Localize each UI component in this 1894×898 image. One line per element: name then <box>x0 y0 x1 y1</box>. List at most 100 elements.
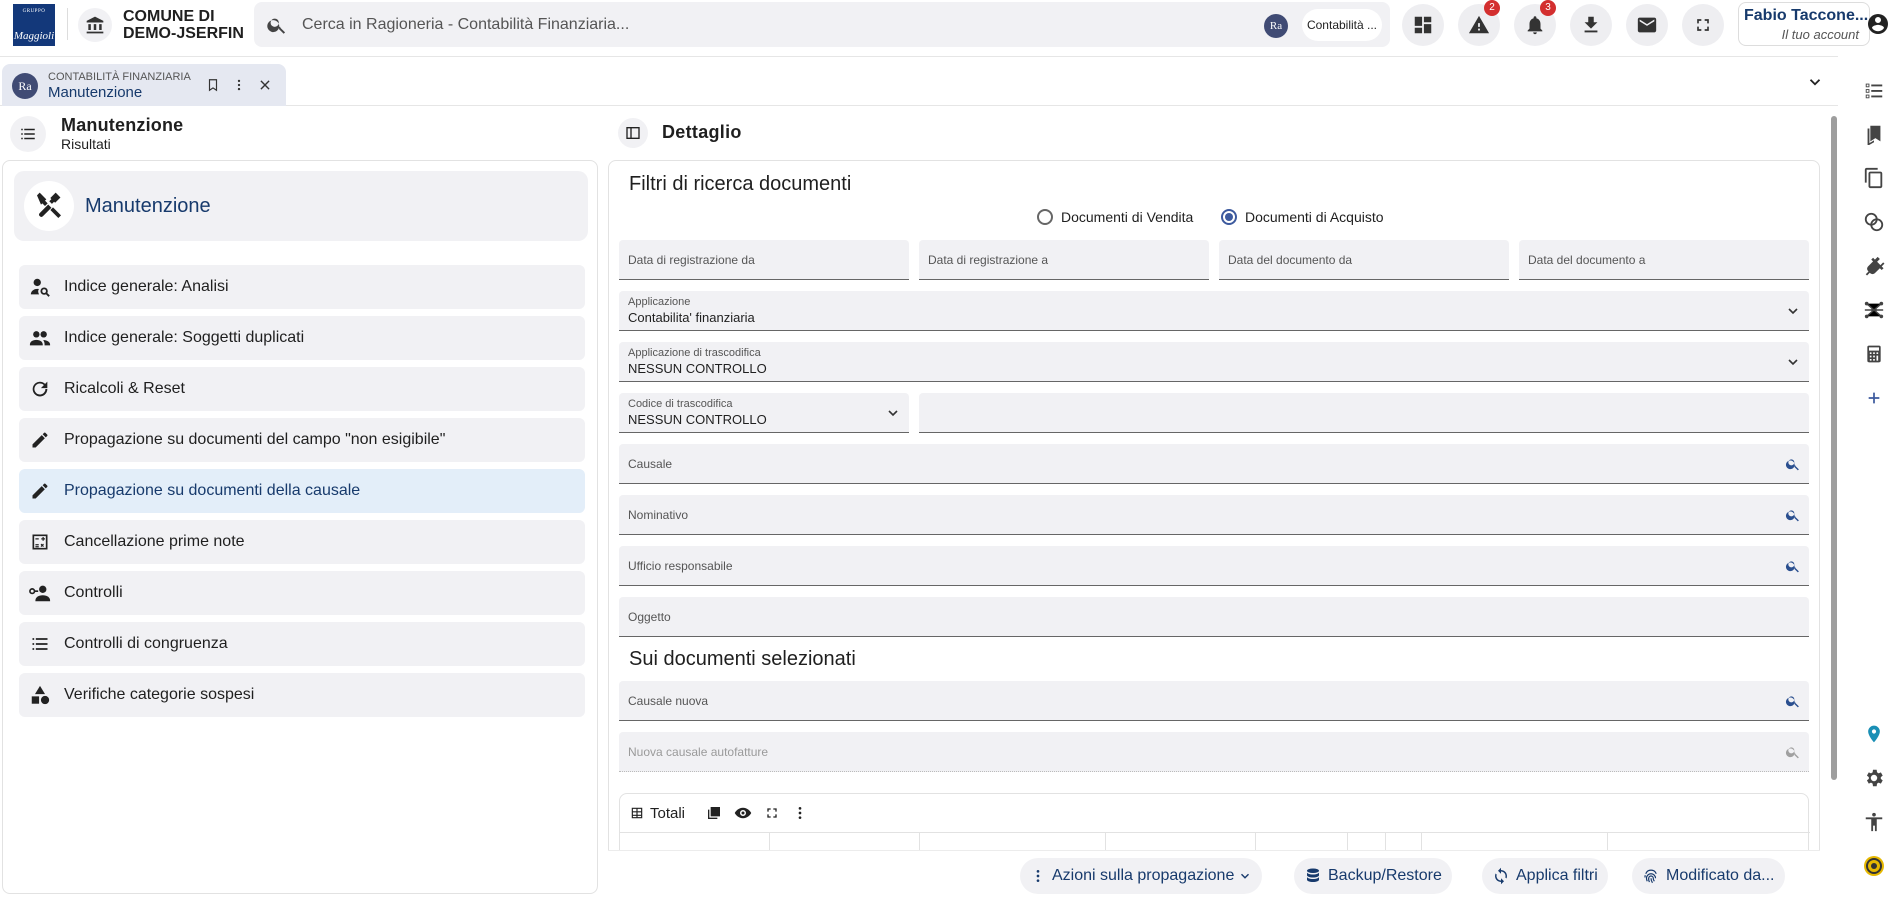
dashboard-button[interactable] <box>1402 4 1444 46</box>
right-rail <box>1854 70 1894 898</box>
menu-toggle-button[interactable] <box>10 116 46 152</box>
nominativo-field[interactable]: Nominativo <box>619 495 1809 535</box>
org-line-1: COMUNE DI <box>123 8 215 25</box>
list-icon <box>29 633 51 655</box>
menu-item-ricalcoli-reset[interactable]: Ricalcoli & Reset <box>19 367 585 411</box>
settings-icon[interactable] <box>1860 764 1888 792</box>
plug-icon[interactable] <box>1860 252 1888 280</box>
account-subtitle: Il tuo account <box>1781 27 1859 42</box>
radio-label: Documenti di Vendita <box>1061 209 1194 225</box>
sidebar-icon <box>626 127 640 139</box>
coins-icon[interactable] <box>1860 208 1888 236</box>
button-label: Backup/Restore <box>1328 867 1442 884</box>
detail-header: Dettaglio <box>616 116 1216 152</box>
logo-bottom-text: Maggioli <box>13 30 55 42</box>
warning-icon <box>1468 15 1490 34</box>
search-icon[interactable] <box>1785 693 1801 712</box>
date-documento-a-field[interactable]: Data del documento a <box>1519 240 1809 280</box>
menu-group-label: Manutenzione <box>85 195 211 217</box>
toggle-sidebar-button[interactable] <box>618 118 648 148</box>
more-vert-icon[interactable] <box>792 802 808 824</box>
select-all-icon[interactable] <box>706 802 722 824</box>
table-icon <box>631 807 643 819</box>
chevron-down-icon[interactable] <box>1806 73 1824 94</box>
apply-filters-button[interactable]: Applica filtri <box>1482 858 1608 894</box>
ufficio-responsabile-field[interactable]: Ufficio responsabile <box>619 546 1809 586</box>
search-icon[interactable] <box>1785 456 1801 475</box>
bookmark-icon[interactable] <box>206 78 220 95</box>
totals-button[interactable]: Totali <box>630 802 685 824</box>
hub-icon[interactable] <box>1860 296 1888 324</box>
field-label: Applicazione <box>628 296 691 308</box>
chevron-down-icon <box>1785 303 1801 322</box>
person-key-icon <box>29 582 51 604</box>
date-documento-da-field[interactable]: Data del documento da <box>1219 240 1509 280</box>
bookmarks-icon[interactable] <box>1860 120 1888 148</box>
tab-title: Manutenzione <box>48 84 143 101</box>
date-registrazione-da-field[interactable]: Data di registrazione da <box>619 240 909 280</box>
menu-item-label: Indice generale: Analisi <box>64 278 229 295</box>
notifications-button[interactable]: 3 <box>1514 0 1556 46</box>
organization-button[interactable] <box>78 8 112 42</box>
radio-documenti-acquisto[interactable]: Documenti di Acquisto <box>1221 206 1384 228</box>
grid-toolbar: Totali <box>620 794 1810 832</box>
date-registrazione-a-field[interactable]: Data di registrazione a <box>919 240 1209 280</box>
propagation-actions-button[interactable]: Azioni sulla propagazione <box>1020 858 1263 894</box>
more-vert-icon <box>1036 870 1040 882</box>
accessibility-icon[interactable] <box>1860 808 1888 836</box>
menu-item-cancellazione-prime-note[interactable]: Cancellazione prime note <box>19 520 585 564</box>
codice-trascodifica-description[interactable] <box>919 393 1809 433</box>
calculator-icon[interactable] <box>1860 340 1888 368</box>
account-circle-icon[interactable] <box>1866 12 1890 39</box>
menu-item-propagazione-causale[interactable]: Propagazione su documenti della causale <box>19 469 585 513</box>
search-scope-chip[interactable]: Contabilità ... <box>1302 9 1382 41</box>
mail-icon <box>1637 17 1657 33</box>
menu-group-header[interactable]: Manutenzione <box>14 171 588 241</box>
fullscreen-icon[interactable] <box>764 802 780 824</box>
applicazione-select[interactable]: Applicazione Contabilita' finanziaria <box>619 291 1809 331</box>
oggetto-field[interactable]: Oggetto <box>619 597 1809 637</box>
search-input[interactable]: Cerca in Ragioneria - Contabilità Finanz… <box>302 16 629 34</box>
menu-item-controlli-congruenza[interactable]: Controlli di congruenza <box>19 622 585 666</box>
menu-item-indice-analisi[interactable]: Indice generale: Analisi <box>19 265 585 309</box>
vertical-scrollbar[interactable] <box>1830 116 1838 898</box>
menu-item-verifiche-sospesi[interactable]: Verifiche categorie sospesi <box>19 673 585 717</box>
applicazione-trascodifica-select[interactable]: Applicazione di trascodifica NESSUN CONT… <box>619 342 1809 382</box>
account-button[interactable]: Fabio Taccone... Il tuo account <box>1738 2 1870 46</box>
eye-icon[interactable] <box>734 802 752 824</box>
nuova-causale-autofatture-field: Nuova causale autofatture <box>619 732 1809 772</box>
location-icon[interactable] <box>1860 720 1888 748</box>
support-icon[interactable] <box>1860 852 1888 880</box>
downloads-button[interactable] <box>1570 4 1612 46</box>
global-search[interactable]: Cerca in Ragioneria - Contabilità Finanz… <box>254 2 1390 47</box>
menu-item-soggetti-duplicati[interactable]: Indice generale: Soggetti duplicati <box>19 316 585 360</box>
radio-documenti-vendita[interactable]: Documenti di Vendita <box>1037 206 1193 228</box>
causale-nuova-field[interactable]: Causale nuova <box>619 681 1809 721</box>
tab-module-label: CONTABILITÀ FINANZIARIA <box>48 71 191 83</box>
add-icon[interactable] <box>1860 384 1888 412</box>
tab-manutenzione[interactable]: Ra CONTABILITÀ FINANZIARIA Manutenzione <box>2 64 286 106</box>
close-icon[interactable] <box>258 78 272 95</box>
download-icon <box>1584 16 1598 33</box>
field-label: Data del documento a <box>1528 253 1646 267</box>
scrollbar-thumb[interactable] <box>1831 116 1837 780</box>
copy-icon[interactable] <box>1860 164 1888 192</box>
search-icon[interactable] <box>1785 507 1801 526</box>
checklist-icon[interactable] <box>1860 76 1888 104</box>
fullscreen-button[interactable] <box>1682 4 1724 46</box>
menu-item-label: Cancellazione prime note <box>64 533 245 550</box>
search-icon[interactable] <box>1785 558 1801 577</box>
shapes-icon <box>29 684 51 706</box>
menu-item-label: Propagazione su documenti della causale <box>64 482 361 499</box>
messages-button[interactable] <box>1626 4 1668 46</box>
maggioli-logo[interactable]: GRUPPO Maggioli <box>13 4 55 46</box>
codice-trascodifica-select[interactable]: Codice di trascodifica NESSUN CONTROLLO <box>619 393 909 433</box>
alerts-button[interactable]: 2 <box>1458 0 1500 46</box>
menu-item-propagazione-non-esigibile[interactable]: Propagazione su documenti del campo "non… <box>19 418 585 462</box>
causale-field[interactable]: Causale <box>619 444 1809 484</box>
backup-restore-button[interactable]: Backup/Restore <box>1294 858 1452 894</box>
menu-item-controlli[interactable]: Controlli <box>19 571 585 615</box>
pencil-icon <box>29 429 51 451</box>
modified-by-button[interactable]: Modificato da... <box>1632 858 1785 894</box>
more-vert-icon[interactable] <box>232 78 246 95</box>
